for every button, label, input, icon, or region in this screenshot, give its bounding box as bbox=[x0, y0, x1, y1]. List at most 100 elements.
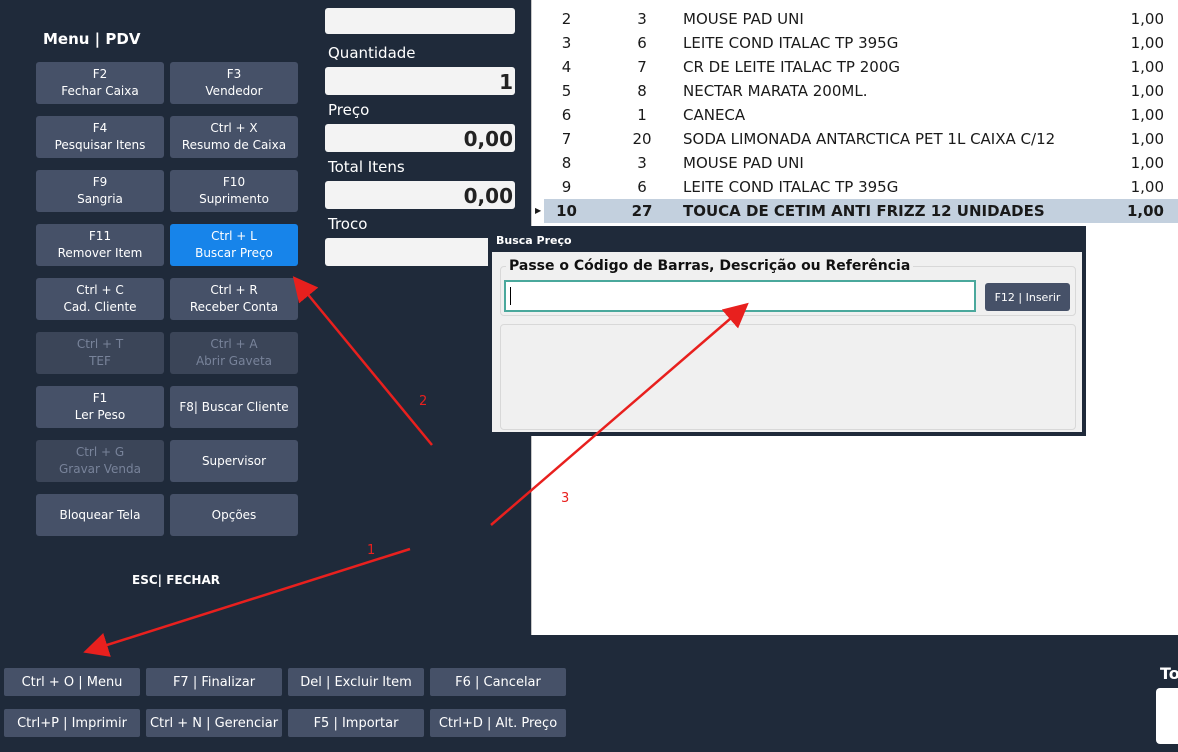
button-label: Receber Conta bbox=[189, 300, 279, 314]
button-label: Supervisor bbox=[201, 453, 267, 468]
button-shortcut: F4 bbox=[92, 121, 108, 135]
button-label: Ler Peso bbox=[74, 408, 126, 422]
alt-preco-button[interactable]: Ctrl+D | Alt. Preço bbox=[430, 709, 566, 737]
sangria-button[interactable]: F9 Sangria bbox=[36, 170, 164, 212]
item-quantity: 1,00 bbox=[1130, 106, 1164, 124]
preco-label: Preço bbox=[328, 101, 370, 119]
item-number: 2 bbox=[561, 10, 572, 28]
button-label: Resumo de Caixa bbox=[181, 138, 287, 152]
item-description: CANECA bbox=[683, 106, 746, 124]
abrir-gaveta-button[interactable]: Ctrl + A Abrir Gaveta bbox=[170, 332, 298, 374]
gravar-venda-button[interactable]: Ctrl + G Gravar Venda bbox=[36, 440, 164, 482]
top-field[interactable] bbox=[325, 8, 515, 34]
button-shortcut: Ctrl + C bbox=[76, 283, 124, 297]
item-number: 8 bbox=[561, 154, 572, 172]
button-label: Buscar Preço bbox=[195, 246, 273, 260]
table-row[interactable]: 8 3 MOUSE PAD UNI 1,00 bbox=[544, 151, 1178, 175]
button-label: Fechar Caixa bbox=[61, 84, 139, 98]
quantidade-field[interactable]: 1 bbox=[325, 67, 515, 95]
item-code: 7 bbox=[637, 58, 647, 76]
button-shortcut: Ctrl + A bbox=[210, 337, 258, 351]
item-description: TOUCA DE CETIM ANTI FRIZZ 12 UNIDADES bbox=[683, 202, 1045, 220]
button-shortcut: F1 bbox=[92, 391, 108, 405]
opcoes-button[interactable]: Opções bbox=[170, 494, 298, 536]
table-row[interactable]: 2 3 MOUSE PAD UNI 1,00 bbox=[544, 7, 1178, 31]
item-quantity: 1,00 bbox=[1130, 10, 1164, 28]
annotation-arrow-1 bbox=[83, 547, 411, 657]
total-label: To bbox=[1160, 664, 1178, 683]
menu-button[interactable]: Ctrl + O | Menu bbox=[4, 668, 140, 696]
button-label: Abrir Gaveta bbox=[195, 354, 273, 368]
item-description: CR DE LEITE ITALAC TP 200G bbox=[683, 58, 900, 76]
annotation-label-1: 1 bbox=[367, 543, 375, 558]
button-label: Suprimento bbox=[199, 192, 269, 206]
item-quantity: 1,00 bbox=[1126, 202, 1164, 220]
button-label: Vendedor bbox=[205, 84, 263, 98]
insert-button[interactable]: F12 | Inserir bbox=[985, 283, 1070, 311]
item-quantity: 1,00 bbox=[1130, 82, 1164, 100]
buscar-cliente-button[interactable]: F8| Buscar Cliente bbox=[170, 386, 298, 428]
supervisor-button[interactable]: Supervisor bbox=[170, 440, 298, 482]
table-row[interactable]: 3 6 LEITE COND ITALAC TP 395G 1,00 bbox=[544, 31, 1178, 55]
suprimento-button[interactable]: F10 Suprimento bbox=[170, 170, 298, 212]
item-quantity: 1,00 bbox=[1130, 154, 1164, 172]
troco-field[interactable]: 0, bbox=[325, 238, 515, 266]
resumo-de-caixa-button[interactable]: Ctrl + X Resumo de Caixa bbox=[170, 116, 298, 158]
bloquear-tela-button[interactable]: Bloquear Tela bbox=[36, 494, 164, 536]
item-number: 9 bbox=[561, 178, 572, 196]
table-row[interactable]: 6 1 CANECA 1,00 bbox=[544, 103, 1178, 127]
button-shortcut: Ctrl + G bbox=[75, 445, 125, 459]
search-results-panel[interactable] bbox=[500, 324, 1076, 430]
item-number: 5 bbox=[561, 82, 572, 100]
item-description: LEITE COND ITALAC TP 395G bbox=[683, 178, 899, 196]
pesquisar-itens-button[interactable]: F4 Pesquisar Itens bbox=[36, 116, 164, 158]
imprimir-button[interactable]: Ctrl+P | Imprimir bbox=[4, 709, 140, 737]
tef-button[interactable]: Ctrl + T TEF bbox=[36, 332, 164, 374]
table-row[interactable]: 7 20 SODA LIMONADA ANTARCTICA PET 1L CAI… bbox=[544, 127, 1178, 151]
item-number: 6 bbox=[561, 106, 572, 124]
receber-conta-button[interactable]: Ctrl + R Receber Conta bbox=[170, 278, 298, 320]
gerenciar-button[interactable]: Ctrl + N | Gerenciar bbox=[146, 709, 282, 737]
vendedor-button[interactable]: F3 Vendedor bbox=[170, 62, 298, 104]
item-quantity: 1,00 bbox=[1130, 58, 1164, 76]
button-label: Gravar Venda bbox=[58, 462, 142, 476]
button-shortcut: Ctrl + L bbox=[211, 229, 257, 243]
row-pointer-icon: ▶ bbox=[535, 206, 542, 215]
button-shortcut: F10 bbox=[222, 175, 246, 189]
button-label: TEF bbox=[89, 354, 111, 368]
importar-button[interactable]: F5 | Importar bbox=[288, 709, 424, 737]
item-code: 3 bbox=[637, 10, 647, 28]
annotation-label-2: 2 bbox=[419, 394, 427, 409]
item-code: 6 bbox=[637, 178, 647, 196]
button-shortcut: Ctrl + T bbox=[76, 337, 124, 351]
table-row-selected[interactable]: ▶ 10 27 TOUCA DE CETIM ANTI FRIZZ 12 UNI… bbox=[535, 199, 1178, 223]
excluir-item-button[interactable]: Del | Excluir Item bbox=[288, 668, 424, 696]
total-itens-label: Total Itens bbox=[328, 158, 405, 176]
table-row[interactable]: 5 8 NECTAR MARATA 200ML. 1,00 bbox=[544, 79, 1178, 103]
button-shortcut: F11 bbox=[88, 229, 112, 243]
preco-field[interactable]: 0,00 bbox=[325, 124, 515, 152]
text-caret bbox=[510, 287, 511, 305]
table-row[interactable]: 4 7 CR DE LEITE ITALAC TP 200G 1,00 bbox=[544, 55, 1178, 79]
item-description: NECTAR MARATA 200ML. bbox=[683, 82, 868, 100]
item-number: 7 bbox=[561, 130, 572, 148]
cancelar-button[interactable]: F6 | Cancelar bbox=[430, 668, 566, 696]
fechar-caixa-button[interactable]: F2 Fechar Caixa bbox=[36, 62, 164, 104]
cad-cliente-button[interactable]: Ctrl + C Cad. Cliente bbox=[36, 278, 164, 320]
troco-label: Troco bbox=[328, 215, 368, 233]
finalizar-button[interactable]: F7 | Finalizar bbox=[146, 668, 282, 696]
busca-preco-dialog: Busca Preço Passe o Código de Barras, De… bbox=[488, 226, 1086, 436]
total-itens-field[interactable]: 0,00 bbox=[325, 181, 515, 209]
item-description: MOUSE PAD UNI bbox=[683, 10, 804, 28]
remover-item-button[interactable]: F11 Remover Item bbox=[36, 224, 164, 266]
buscar-preco-button[interactable]: Ctrl + L Buscar Preço bbox=[170, 224, 298, 266]
item-code: 6 bbox=[637, 34, 647, 52]
button-label: F8| Buscar Cliente bbox=[179, 399, 289, 414]
dialog-title: Busca Preço bbox=[492, 230, 1082, 252]
menu-title: Menu | PDV bbox=[43, 30, 141, 48]
search-input[interactable] bbox=[504, 280, 976, 312]
ler-peso-button[interactable]: F1 Ler Peso bbox=[36, 386, 164, 428]
button-shortcut: F9 bbox=[92, 175, 108, 189]
total-field bbox=[1156, 688, 1178, 744]
table-row[interactable]: 9 6 LEITE COND ITALAC TP 395G 1,00 bbox=[544, 175, 1178, 199]
